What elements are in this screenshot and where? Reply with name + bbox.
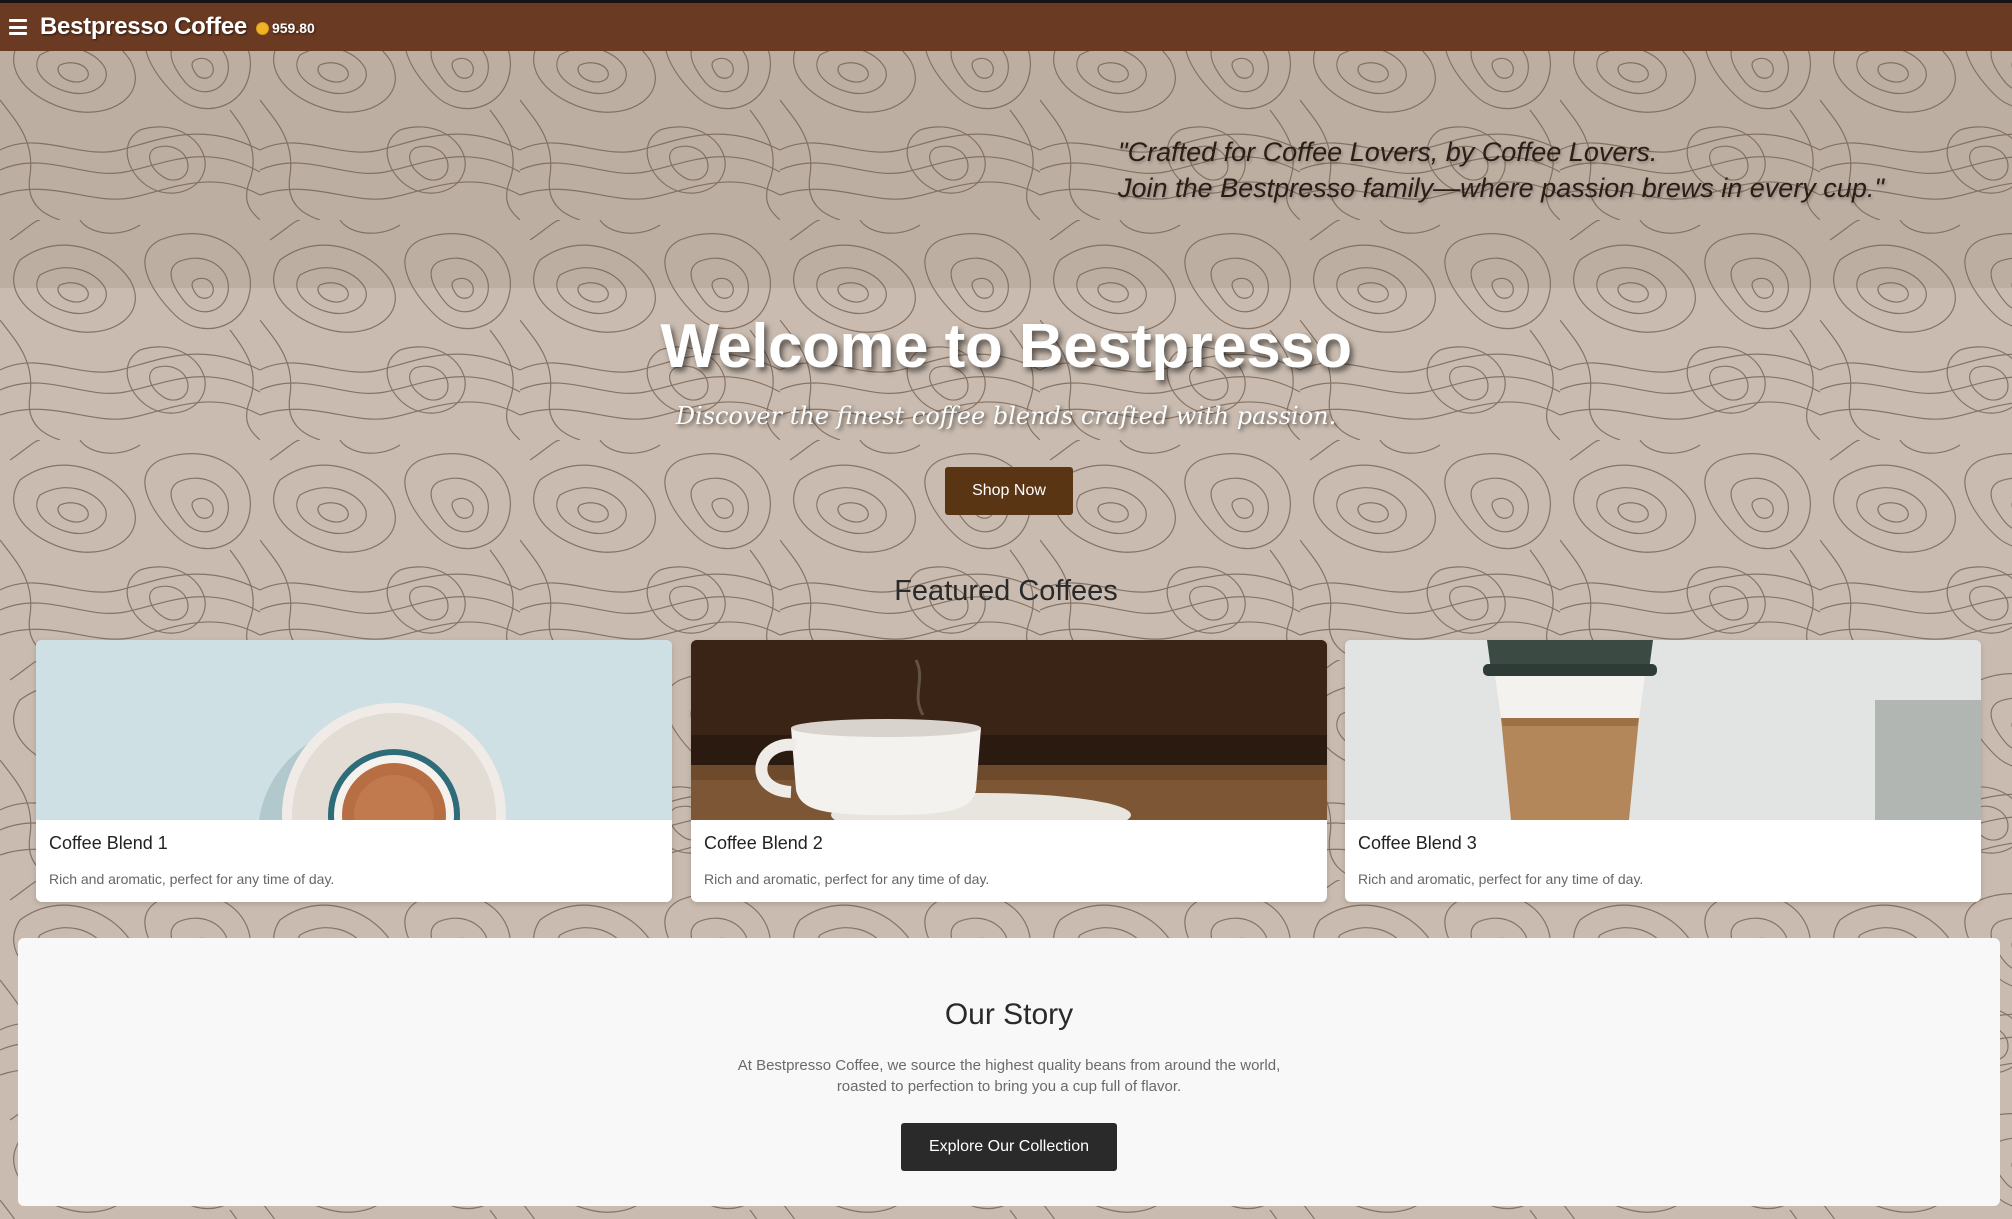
featured-coffees-title: Featured Coffees <box>894 575 1118 607</box>
tagline-quote: "Crafted for Coffee Lovers, by Coffee Lo… <box>1118 134 1884 206</box>
card-title: Coffee Blend 3 <box>1358 833 1477 853</box>
card-title: Coffee Blend 2 <box>704 833 823 853</box>
our-story-section: Our Story At Bestpresso Coffee, we sourc… <box>18 938 2000 1206</box>
navbar: Bestpresso Coffee 959.80 <box>0 3 2012 51</box>
our-story-title: Our Story <box>944 998 1074 1031</box>
takeaway-cup-image <box>1345 640 1981 820</box>
coin-balance-value: 959.80 <box>271 20 315 36</box>
hero-subtitle: Discover the finest coffee blends crafte… <box>675 402 1337 430</box>
card-title: Coffee Blend 1 <box>49 833 168 853</box>
espresso-cup-image <box>36 640 672 820</box>
coin-icon <box>255 21 269 35</box>
hamburger-menu-icon[interactable] <box>9 19 27 35</box>
shop-now-button[interactable]: Shop Now <box>945 467 1073 515</box>
coin-balance: 959.80 <box>255 20 315 36</box>
coffee-card-2[interactable]: Coffee Blend 2 Rich and aromatic, perfec… <box>691 640 1327 902</box>
card-description: Rich and aromatic, perfect for any time … <box>49 871 335 887</box>
brand-title[interactable]: Bestpresso Coffee <box>40 13 247 41</box>
quote-line-2: Join the Bestpresso family—where passion… <box>1118 173 1884 203</box>
quote-line-1: "Crafted for Coffee Lovers, by Coffee Lo… <box>1118 137 1658 167</box>
card-description: Rich and aromatic, perfect for any time … <box>1358 871 1644 887</box>
hero-title: Welcome to Bestpresso <box>660 312 1352 381</box>
white-cup-image <box>691 640 1327 820</box>
explore-collection-button[interactable]: Explore Our Collection <box>901 1123 1117 1171</box>
coffee-card-1[interactable]: Coffee Blend 1 Rich and aromatic, perfec… <box>36 640 672 902</box>
card-description: Rich and aromatic, perfect for any time … <box>704 871 990 887</box>
coffee-card-3[interactable]: Coffee Blend 3 Rich and aromatic, perfec… <box>1345 640 1981 902</box>
our-story-text: At Bestpresso Coffee, we source the high… <box>737 1057 1281 1095</box>
